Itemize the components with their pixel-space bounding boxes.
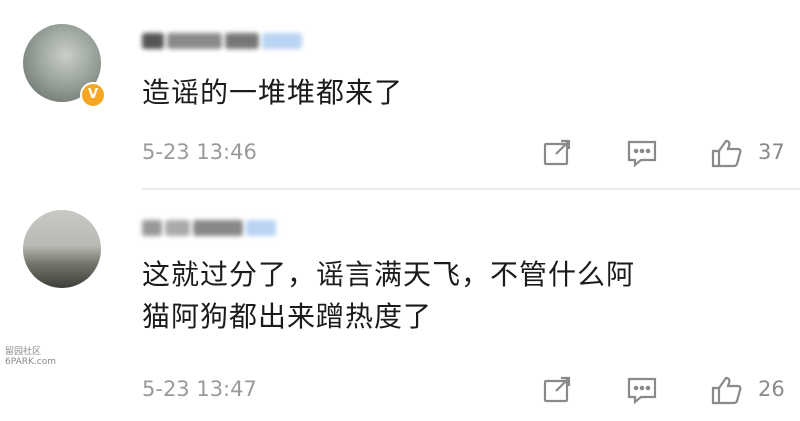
blurred-name-part — [246, 220, 276, 236]
watermark-line: 留园社区 — [5, 347, 42, 357]
watermark-line: 6PARK.com — [5, 357, 56, 367]
like-count: 26 — [758, 377, 785, 401]
username-blurred[interactable] — [142, 30, 312, 52]
divider — [142, 188, 800, 190]
blurred-name-part — [193, 220, 243, 236]
blurred-name-part — [142, 220, 162, 236]
blurred-name-part — [165, 220, 190, 236]
blurred-name-part — [225, 33, 259, 49]
thumbs-up-icon[interactable] — [710, 375, 744, 405]
comment-item: V 造谣的一堆堆都来了 5-23 13:46 37 — [0, 0, 800, 190]
verified-badge-icon: V — [80, 82, 106, 108]
comment-icon[interactable] — [625, 375, 659, 405]
comment-text-line: 这就过分了，谣言满天飞，不管什么阿 — [142, 258, 636, 291]
comment-text: 造谣的一堆堆都来了 — [142, 76, 404, 109]
blurred-name-part — [262, 33, 302, 49]
like-count: 37 — [758, 140, 785, 164]
blurred-name-part — [142, 33, 164, 49]
comment-icon[interactable] — [625, 138, 659, 168]
share-icon[interactable] — [540, 375, 574, 405]
blurred-name-part — [167, 33, 222, 49]
comment-item: 这就过分了，谣言满天飞，不管什么阿 猫阿狗都出来蹭热度了 5-23 13:47 … — [0, 192, 800, 421]
username-blurred[interactable] — [142, 217, 312, 239]
comment-text-line: 猫阿狗都出来蹭热度了 — [142, 300, 433, 333]
watermark: 留园社区 6PARK.com — [5, 347, 56, 367]
thumbs-up-icon[interactable] — [710, 138, 744, 168]
comment-time: 5-23 13:46 — [142, 140, 257, 164]
share-icon[interactable] — [540, 138, 574, 168]
avatar[interactable] — [23, 210, 101, 288]
comment-time: 5-23 13:47 — [142, 377, 257, 401]
comment-text: 这就过分了，谣言满天飞，不管什么阿 猫阿狗都出来蹭热度了 — [142, 254, 780, 338]
